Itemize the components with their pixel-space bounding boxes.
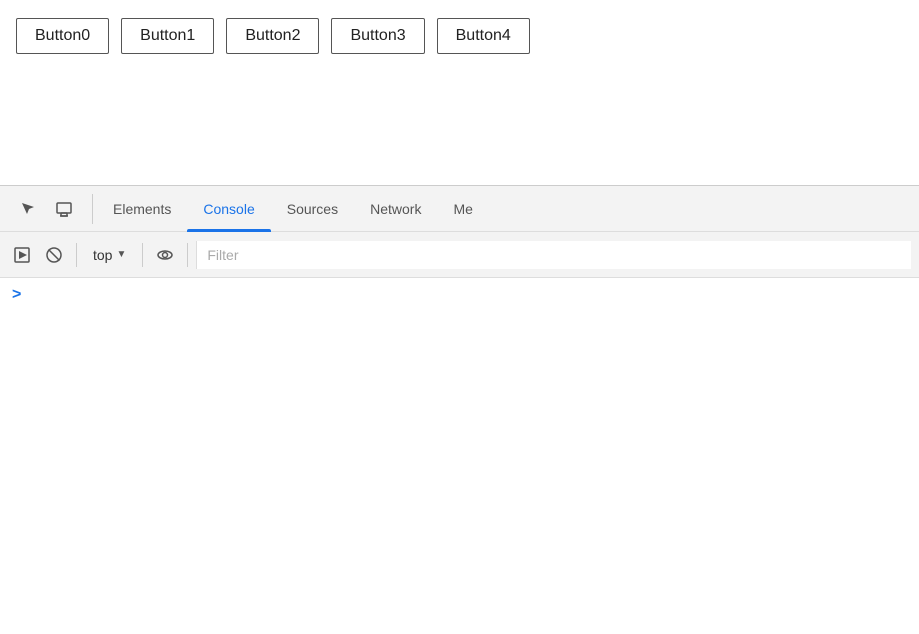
device-toolbar-icon[interactable] bbox=[48, 193, 80, 225]
page-button-1[interactable]: Button1 bbox=[121, 18, 214, 54]
devtools-tab-bar: Elements Console Sources Network Me bbox=[0, 186, 919, 232]
execute-icon[interactable] bbox=[8, 241, 36, 269]
tab-sources[interactable]: Sources bbox=[271, 186, 354, 232]
inspect-element-icon[interactable] bbox=[12, 193, 44, 225]
tab-more[interactable]: Me bbox=[437, 186, 488, 232]
filter-input[interactable] bbox=[196, 241, 911, 269]
page-content: Button0 Button1 Button2 Button3 Button4 bbox=[0, 0, 919, 185]
eye-icon[interactable] bbox=[151, 241, 179, 269]
devtools-panel: Elements Console Sources Network Me bbox=[0, 185, 919, 478]
tab-elements[interactable]: Elements bbox=[97, 186, 187, 232]
toolbar-divider-1 bbox=[76, 243, 77, 267]
tab-network[interactable]: Network bbox=[354, 186, 437, 232]
clear-console-icon[interactable] bbox=[40, 241, 68, 269]
console-output: > bbox=[0, 278, 919, 478]
context-label: top bbox=[93, 247, 112, 263]
toolbar-divider-2 bbox=[142, 243, 143, 267]
tab-console[interactable]: Console bbox=[187, 186, 270, 232]
toolbar-divider-3 bbox=[187, 243, 188, 267]
tab-divider-1 bbox=[92, 194, 93, 224]
chevron-down-icon: ▼ bbox=[116, 249, 126, 260]
console-prompt: > bbox=[12, 286, 907, 304]
page-button-4[interactable]: Button4 bbox=[437, 18, 530, 54]
page-button-3[interactable]: Button3 bbox=[331, 18, 424, 54]
devtools-icon-group bbox=[4, 193, 88, 225]
page-button-0[interactable]: Button0 bbox=[16, 18, 109, 54]
console-toolbar: top ▼ bbox=[0, 232, 919, 278]
context-selector[interactable]: top ▼ bbox=[85, 243, 134, 267]
page-button-2[interactable]: Button2 bbox=[226, 18, 319, 54]
